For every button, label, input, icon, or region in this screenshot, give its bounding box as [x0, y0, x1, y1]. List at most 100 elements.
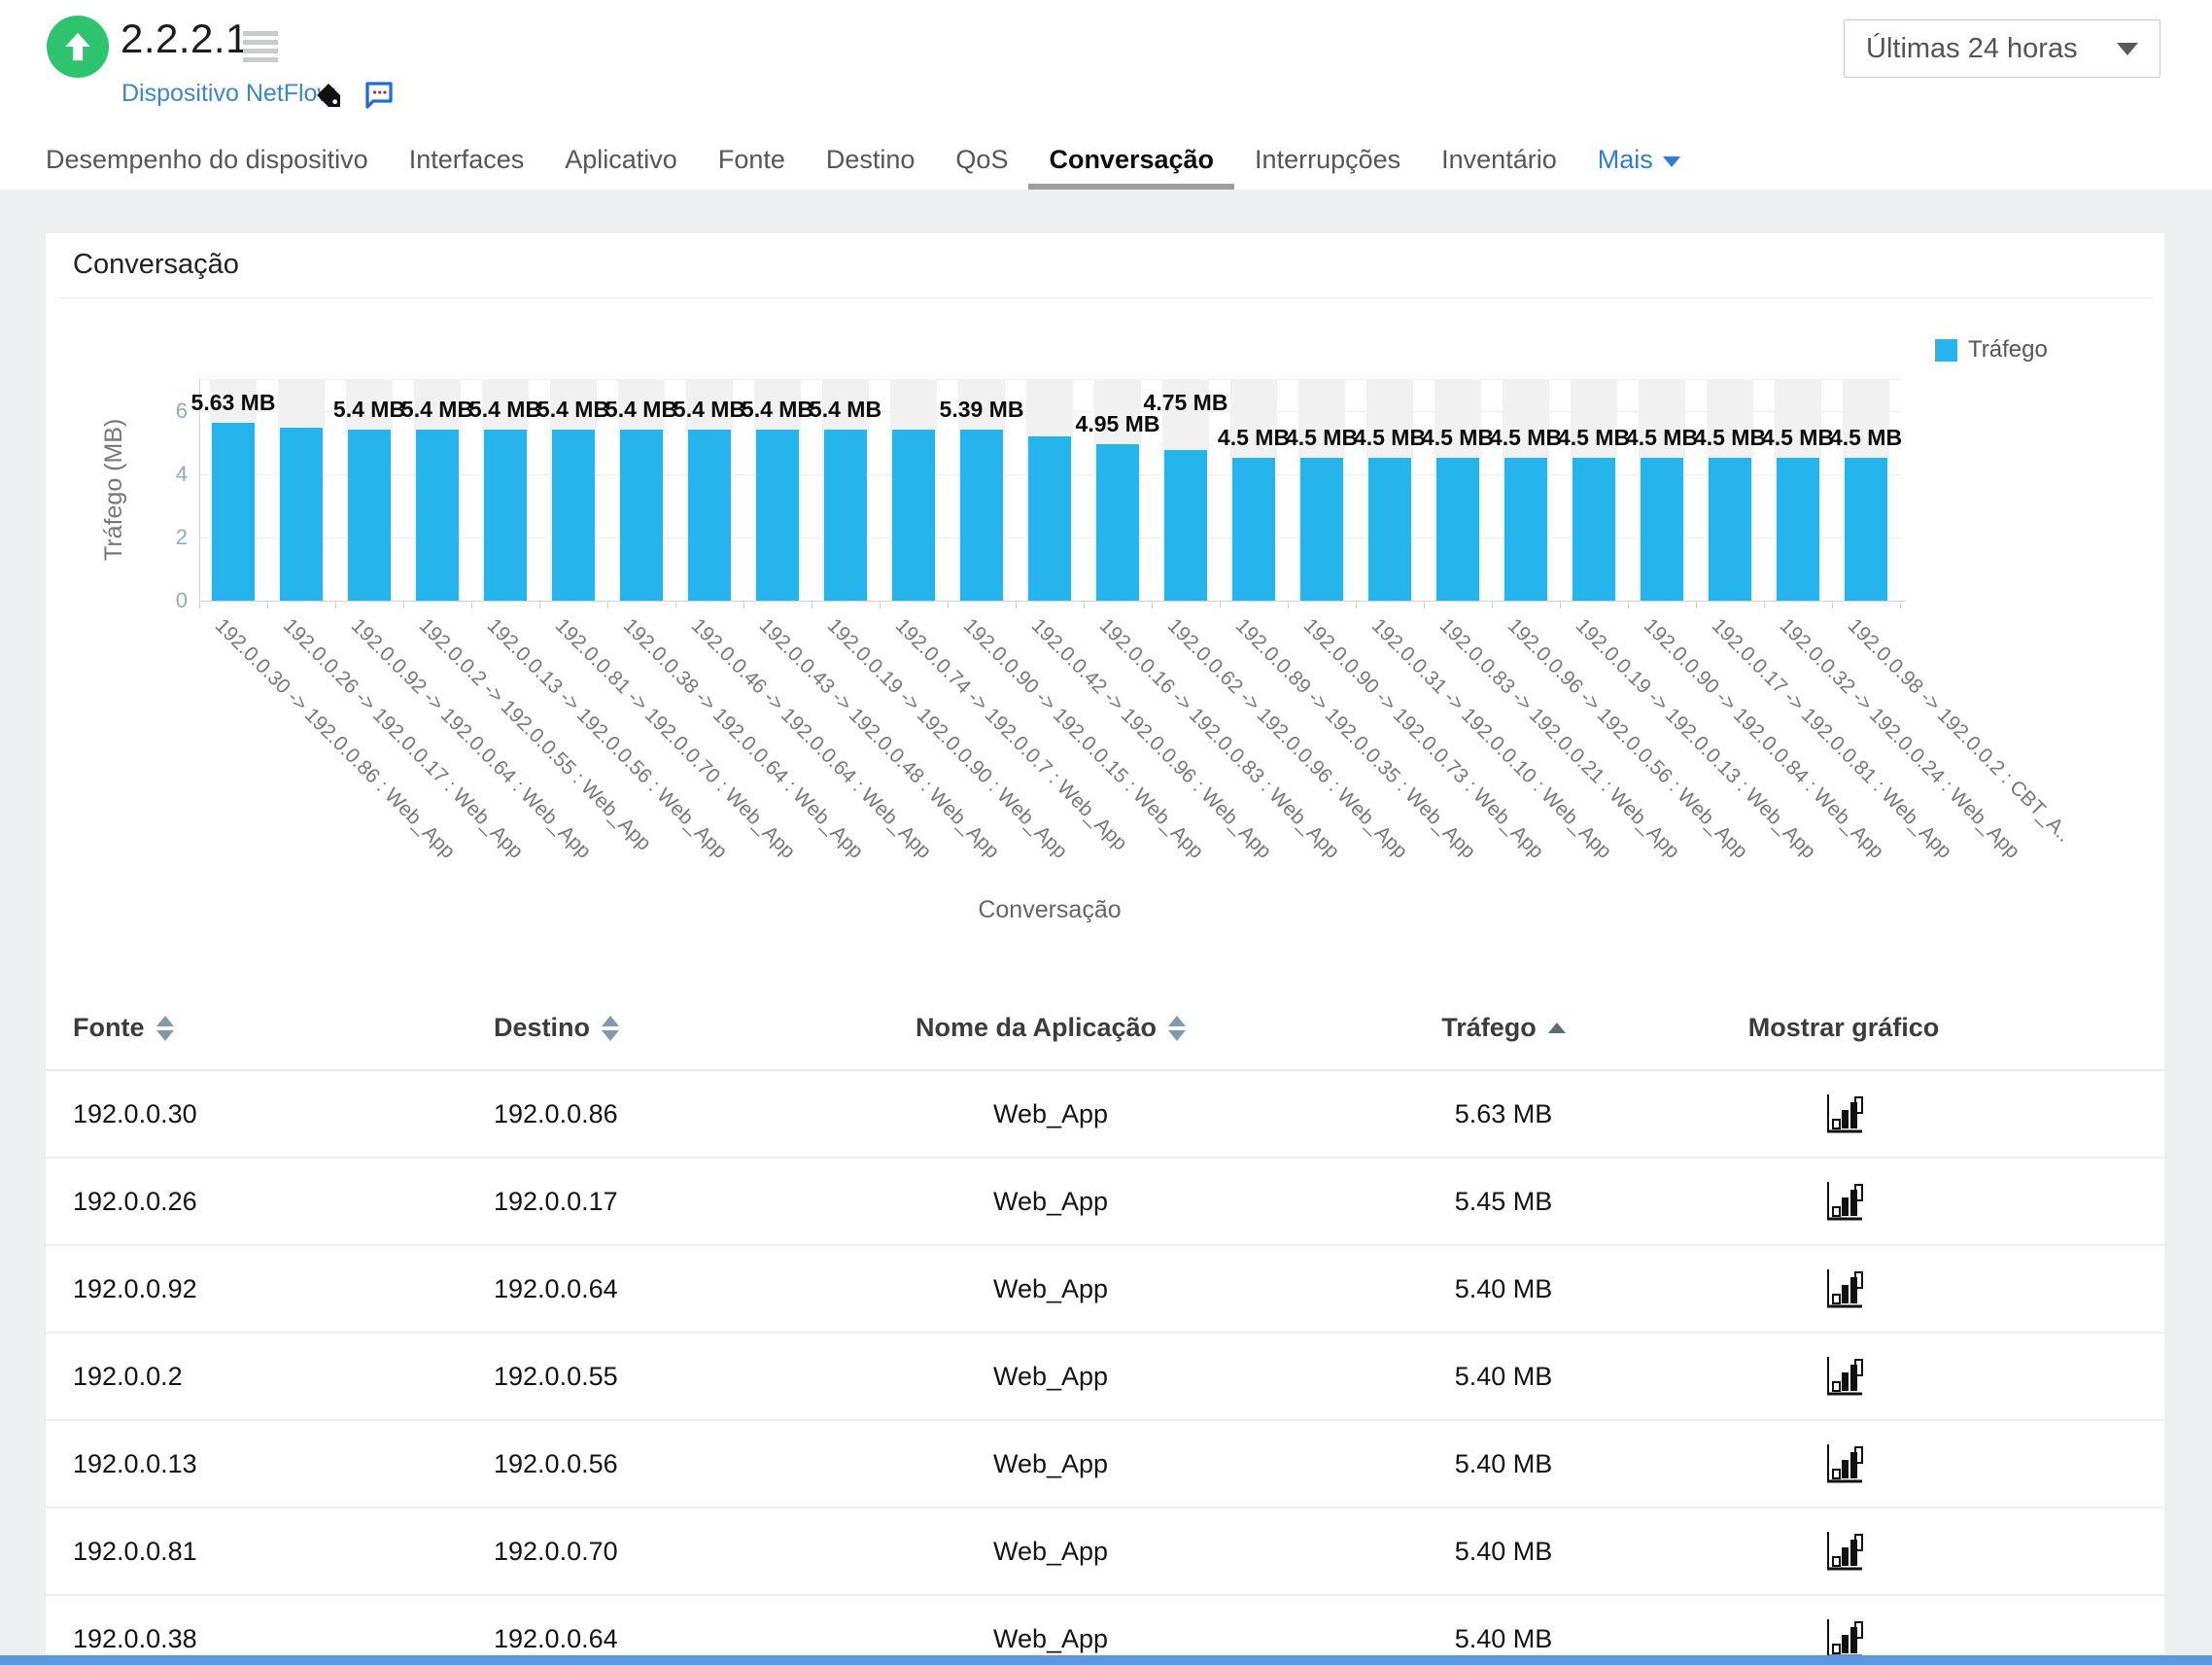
traffic-bar[interactable] [892, 430, 935, 601]
x-category-label: 192.0.0.90 -> 192.0.0.84 : Web_App [1639, 614, 1888, 863]
x-tick-mark [607, 601, 608, 608]
cell-mostrar-grafico [1640, 1246, 2048, 1332]
traffic-bar[interactable] [348, 430, 391, 601]
show-graph-icon[interactable] [1823, 1442, 1864, 1485]
tab-desempenho-do-dispositivo[interactable]: Desempenho do dispositivo [25, 129, 389, 190]
tab-label: Desempenho do dispositivo [46, 144, 368, 174]
traffic-bar[interactable] [620, 430, 663, 601]
show-graph-icon[interactable] [1823, 1530, 1864, 1573]
column-header-fonte[interactable]: Fonte [73, 1013, 481, 1043]
x-tick-mark [267, 601, 268, 608]
tab-fonte[interactable]: Fonte [698, 129, 806, 190]
bar-value-label: 5.4 MB [605, 397, 678, 423]
traffic-bar[interactable] [756, 430, 799, 601]
traffic-bar[interactable] [960, 430, 1003, 601]
traffic-bar[interactable] [1845, 458, 1887, 601]
hamburger-menu-icon[interactable] [243, 31, 278, 62]
x-tick-mark [1764, 601, 1765, 608]
traffic-bar[interactable] [824, 430, 867, 601]
sort-both-icon[interactable] [1168, 1015, 1187, 1041]
sort-both-icon[interactable] [156, 1015, 174, 1041]
traffic-bar[interactable] [1436, 458, 1479, 601]
x-axis-line [199, 601, 1906, 602]
x-category-label: 192.0.0.42 -> 192.0.0.96 : Web_App [1026, 614, 1276, 863]
traffic-bar[interactable] [1096, 443, 1139, 601]
traffic-bar[interactable] [1709, 458, 1751, 601]
tab-aplicativo[interactable]: Aplicativo [544, 129, 698, 190]
x-tick-mark [1220, 601, 1221, 608]
tab-interfaces[interactable]: Interfaces [389, 129, 545, 190]
traffic-bar[interactable] [688, 430, 731, 601]
x-tick-mark [1696, 601, 1697, 608]
y-tick-label: 0 [175, 588, 188, 612]
sort-asc-icon[interactable] [1547, 1023, 1566, 1033]
top-header: 2.2.2.1 Dispositivo NetFlow Últimas 24 h… [0, 0, 2212, 190]
page-title: 2.2.2.1 [121, 16, 249, 61]
traffic-bar[interactable] [1368, 458, 1411, 601]
traffic-bar[interactable] [212, 422, 255, 601]
traffic-bar[interactable] [1573, 458, 1615, 601]
cell-aplicacao: Web_App [992, 1361, 1109, 1391]
tab-qos[interactable]: QoS [935, 129, 1028, 190]
traffic-bar[interactable] [484, 430, 527, 601]
show-graph-icon[interactable] [1823, 1617, 1864, 1660]
tab-bar: Desempenho do dispositivo Interfaces Aplic… [25, 129, 1701, 190]
show-graph-icon[interactable] [1823, 1267, 1864, 1310]
x-tick-mark [1084, 601, 1085, 608]
tab-conversação[interactable]: Conversação [1028, 129, 1234, 190]
tab-inventário[interactable]: Inventário [1421, 129, 1577, 190]
traffic-bar[interactable] [1300, 458, 1343, 601]
tag-icon[interactable] [313, 80, 344, 116]
x-tick-mark [743, 601, 744, 608]
bar-value-label: 5.63 MB [190, 389, 276, 415]
x-category-label: 192.0.0.46 -> 192.0.0.64 : Web_App [686, 614, 936, 863]
tab-mais[interactable]: Mais [1577, 129, 1701, 190]
x-tick-mark [1016, 601, 1017, 608]
traffic-bar[interactable] [1164, 450, 1207, 601]
traffic-bar[interactable] [280, 428, 323, 601]
column-header-destino[interactable]: Destino [494, 1013, 844, 1043]
tab-label: Mais [1597, 144, 1653, 174]
arrow-up-icon [65, 32, 90, 61]
cell-fonte: 192.0.0.81 [73, 1536, 197, 1566]
y-tick-label: 6 [175, 398, 188, 423]
show-graph-icon[interactable] [1823, 1180, 1864, 1223]
tab-interrupções[interactable]: Interrupções [1234, 129, 1421, 190]
show-graph-icon[interactable] [1823, 1355, 1864, 1398]
cell-aplicacao: Web_App [992, 1098, 1109, 1128]
bar-value-label: 5.4 MB [809, 397, 882, 423]
cell-mostrar-grafico [1640, 1421, 2048, 1507]
tab-label: Interrupções [1255, 144, 1401, 174]
tab-destino[interactable]: Destino [806, 129, 936, 190]
x-category-label: 192.0.0.90 -> 192.0.0.73 : Web_App [1298, 614, 1548, 863]
traffic-bar[interactable] [1504, 458, 1547, 601]
x-axis-title: Conversação [978, 896, 1122, 923]
traffic-bar[interactable] [1232, 458, 1275, 601]
cell-mostrar-grafico [1640, 1159, 2048, 1244]
table-row: 192.0.0.30 192.0.0.86 Web_App 5.63 MB [46, 1071, 2164, 1159]
x-tick-mark [948, 601, 949, 608]
time-range-dropdown[interactable]: Últimas 24 horas [1844, 19, 2160, 78]
table-row: 192.0.0.81 192.0.0.70 Web_App 5.40 MB [46, 1509, 2164, 1596]
legend-item-trafego[interactable]: Tráfego [1935, 336, 2048, 364]
traffic-bar[interactable] [1028, 435, 1071, 601]
show-graph-icon[interactable] [1823, 1093, 1864, 1135]
bottom-scroll-strip[interactable] [0, 1655, 2212, 1665]
traffic-bar[interactable] [552, 430, 595, 601]
traffic-bar[interactable] [1641, 458, 1683, 601]
bar-value-label: 4.5 MB [1693, 425, 1767, 451]
traffic-bar[interactable] [416, 430, 459, 601]
comment-bubble-icon[interactable] [362, 78, 397, 118]
device-type-link[interactable]: Dispositivo NetFlow [121, 80, 335, 108]
traffic-bar[interactable] [1777, 458, 1819, 601]
column-header-nome-da-aplicação[interactable]: Nome da Aplicação [850, 1013, 1251, 1043]
cell-destino: 192.0.0.64 [494, 1273, 618, 1303]
cell-destino: 192.0.0.55 [494, 1361, 618, 1391]
bar-value-label: 5.4 MB [400, 397, 474, 423]
bar-value-label: 4.5 MB [1421, 425, 1495, 451]
sort-both-icon[interactable] [602, 1015, 620, 1041]
x-tick-mark [675, 601, 676, 608]
cell-destino: 192.0.0.17 [494, 1186, 618, 1216]
x-category-label: 192.0.0.16 -> 192.0.0.83 : Web_App [1094, 614, 1344, 863]
column-header-mostrar-gráfico[interactable]: Mostrar gráfico [1640, 1013, 2048, 1043]
